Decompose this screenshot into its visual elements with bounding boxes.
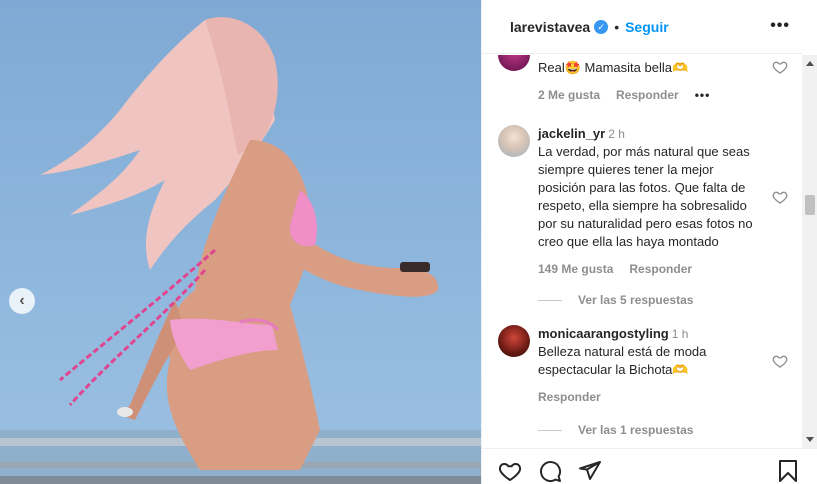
comment-username[interactable]: monicaarangostyling: [538, 326, 669, 341]
comment-text: La verdad, por más natural que seas siem…: [538, 144, 753, 249]
chevron-left-icon: ‹: [19, 292, 25, 309]
replies-divider: [538, 429, 562, 431]
avatar[interactable]: [498, 325, 530, 357]
comment-username[interactable]: jackelin_yr: [538, 126, 605, 141]
heart-icon[interactable]: [498, 459, 522, 483]
heart-icon[interactable]: [772, 353, 788, 369]
reply-button[interactable]: Responder: [538, 388, 601, 406]
post-username[interactable]: larevistavea: [510, 19, 590, 35]
avatar[interactable]: [498, 55, 530, 71]
scroll-up-icon[interactable]: [806, 61, 814, 66]
follow-button[interactable]: Seguir: [625, 19, 669, 35]
comment-body: Real🤩 Mamasita bella🫶 2 Me gusta Respond…: [538, 59, 756, 104]
comment-time: 2 h: [608, 127, 625, 141]
share-icon[interactable]: [578, 459, 602, 483]
replies-divider: [538, 299, 562, 301]
scroll-down-icon[interactable]: [806, 437, 814, 442]
bookmark-icon[interactable]: [776, 459, 800, 483]
comment-likes[interactable]: 2 Me gusta: [538, 86, 600, 104]
view-replies-label: Ver las 5 respuestas: [578, 293, 694, 307]
comment-text: Real🤩 Mamasita bella🫶: [538, 60, 689, 75]
instagram-post-view: ‹ larevistavea ✓ • Seguir ••• Real🤩 Mama…: [0, 0, 817, 484]
comment-options-icon[interactable]: •••: [695, 86, 711, 104]
comment-meta: 149 Me gusta Responder: [538, 260, 756, 278]
comment-meta: 2 Me gusta Responder •••: [538, 86, 756, 104]
comments-scrollbar[interactable]: [802, 55, 817, 448]
previous-photo-button[interactable]: ‹: [9, 288, 35, 314]
view-replies-button[interactable]: Ver las 5 respuestas: [538, 293, 693, 307]
heart-icon[interactable]: [772, 59, 788, 75]
reply-button[interactable]: Responder: [616, 86, 679, 104]
comment-body: jackelin_yr 2 h La verdad, por más natura…: [538, 125, 756, 278]
post-options-icon[interactable]: •••: [770, 17, 790, 35]
comment-item: monicaarangostyling 1 h Belleza natural e…: [498, 325, 788, 448]
comment-likes[interactable]: 149 Me gusta: [538, 260, 613, 278]
post-header: larevistavea ✓ • Seguir •••: [482, 0, 802, 54]
scrollbar-thumb[interactable]: [805, 195, 815, 215]
view-replies-label: Ver las 1 respuestas: [578, 423, 694, 437]
comments-list: Real🤩 Mamasita bella🫶 2 Me gusta Respond…: [482, 55, 802, 448]
verified-badge-icon: ✓: [594, 19, 609, 34]
post-sidebar: larevistavea ✓ • Seguir ••• Real🤩 Mamasi…: [481, 0, 817, 484]
photo-illustration: [0, 16, 481, 484]
comment-text: Belleza natural está de moda espectacula…: [538, 344, 707, 377]
avatar[interactable]: [498, 125, 530, 157]
view-replies-button[interactable]: Ver las 1 respuestas: [538, 423, 693, 437]
comment-item: jackelin_yr 2 h La verdad, por más natura…: [498, 125, 788, 307]
heart-icon[interactable]: [772, 189, 788, 205]
comment-icon[interactable]: [538, 459, 562, 483]
comment-meta: Responder: [538, 388, 756, 406]
reply-button[interactable]: Responder: [629, 260, 692, 278]
comment-body: monicaarangostyling 1 h Belleza natural e…: [538, 325, 756, 406]
comment-item: Real🤩 Mamasita bella🫶 2 Me gusta Respond…: [498, 55, 788, 109]
comment-time: 1 h: [671, 327, 689, 341]
separator-dot: •: [614, 18, 620, 35]
post-photo[interactable]: ‹: [0, 0, 481, 484]
post-actions-bar: [482, 448, 817, 484]
